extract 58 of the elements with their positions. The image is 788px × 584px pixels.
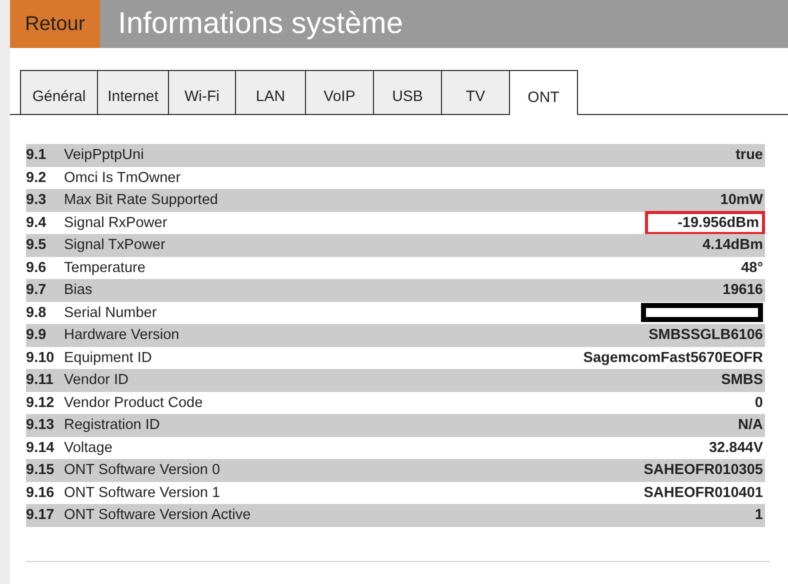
field-value: 10mW [719, 192, 764, 208]
row-number: 9.15 [26, 462, 56, 478]
tab[interactable]: VoIP [305, 70, 373, 114]
field-label: Registration ID [64, 417, 161, 434]
field-value: 19616 [722, 282, 764, 298]
row-number: 9.2 [26, 170, 48, 186]
tab[interactable]: Wi-Fi [168, 70, 235, 114]
tab[interactable]: ONT [509, 70, 578, 115]
field-value: 48° [740, 260, 764, 276]
row-number: 9.12 [26, 394, 56, 411]
field-label: Hardware Version [64, 327, 180, 344]
tab[interactable]: Général [20, 70, 97, 114]
row-number: 9.13 [26, 417, 56, 434]
row-number: 9.5 [26, 237, 48, 254]
field-value: N/A [737, 417, 764, 434]
field-value: SagemcomFast5670EOFR [582, 350, 764, 366]
row-number: 9.4 [26, 214, 48, 231]
field-label: Max Bit Rate Supported [64, 192, 219, 208]
tab[interactable]: TV [441, 70, 509, 114]
field-value: 4.14dBm [702, 237, 764, 254]
page-title: Informations système [118, 7, 404, 41]
row-number: 9.7 [26, 282, 48, 298]
field-value: SMBSSGLB6106 [648, 327, 764, 344]
row-number: 9.10 [26, 350, 56, 366]
field-label: Bias [64, 282, 94, 298]
row-number: 9.16 [26, 484, 56, 501]
field-label: Voltage [64, 440, 114, 456]
row-number: 9.3 [26, 192, 48, 208]
row-number: 9.11 [26, 372, 54, 388]
field-label: Signal TxPower [64, 237, 166, 254]
field-label: ONT Software Version Active [64, 507, 252, 524]
field-value: 0 [754, 394, 764, 411]
tab[interactable]: USB [373, 70, 441, 114]
row-number: 9.1 [26, 147, 48, 164]
field-value: 1 [754, 507, 764, 524]
field-label: Omci Is TmOwner [64, 170, 182, 186]
row-number: 9.14 [26, 440, 56, 456]
field-value: SAHEOFR010305 [642, 462, 764, 478]
back-button[interactable]: Retour [10, 0, 100, 48]
field-label: Signal RxPower [64, 214, 168, 231]
tab[interactable]: LAN [235, 70, 305, 114]
tab[interactable]: Internet [97, 70, 168, 114]
field-value: 32.844V [708, 440, 764, 456]
field-label: Vendor ID [64, 372, 130, 388]
field-label: Equipment ID [64, 350, 153, 366]
row-number: 9.8 [26, 304, 48, 321]
field-label: Vendor Product Code [64, 394, 204, 411]
field-label: Temperature [64, 260, 146, 276]
field-value: SAHEOFR010401 [642, 484, 764, 501]
row-number: 9.9 [26, 327, 48, 344]
field-value: SMBS [720, 372, 764, 388]
field-label: ONT Software Version 0 [64, 462, 222, 478]
field-label: ONT Software Version 1 [64, 484, 222, 501]
field-value: true [734, 147, 764, 164]
field-label: VeipPptpUni [64, 147, 145, 164]
row-number: 9.6 [26, 260, 48, 276]
field-label: Serial Number [64, 304, 158, 321]
row-number: 9.17 [26, 507, 56, 524]
